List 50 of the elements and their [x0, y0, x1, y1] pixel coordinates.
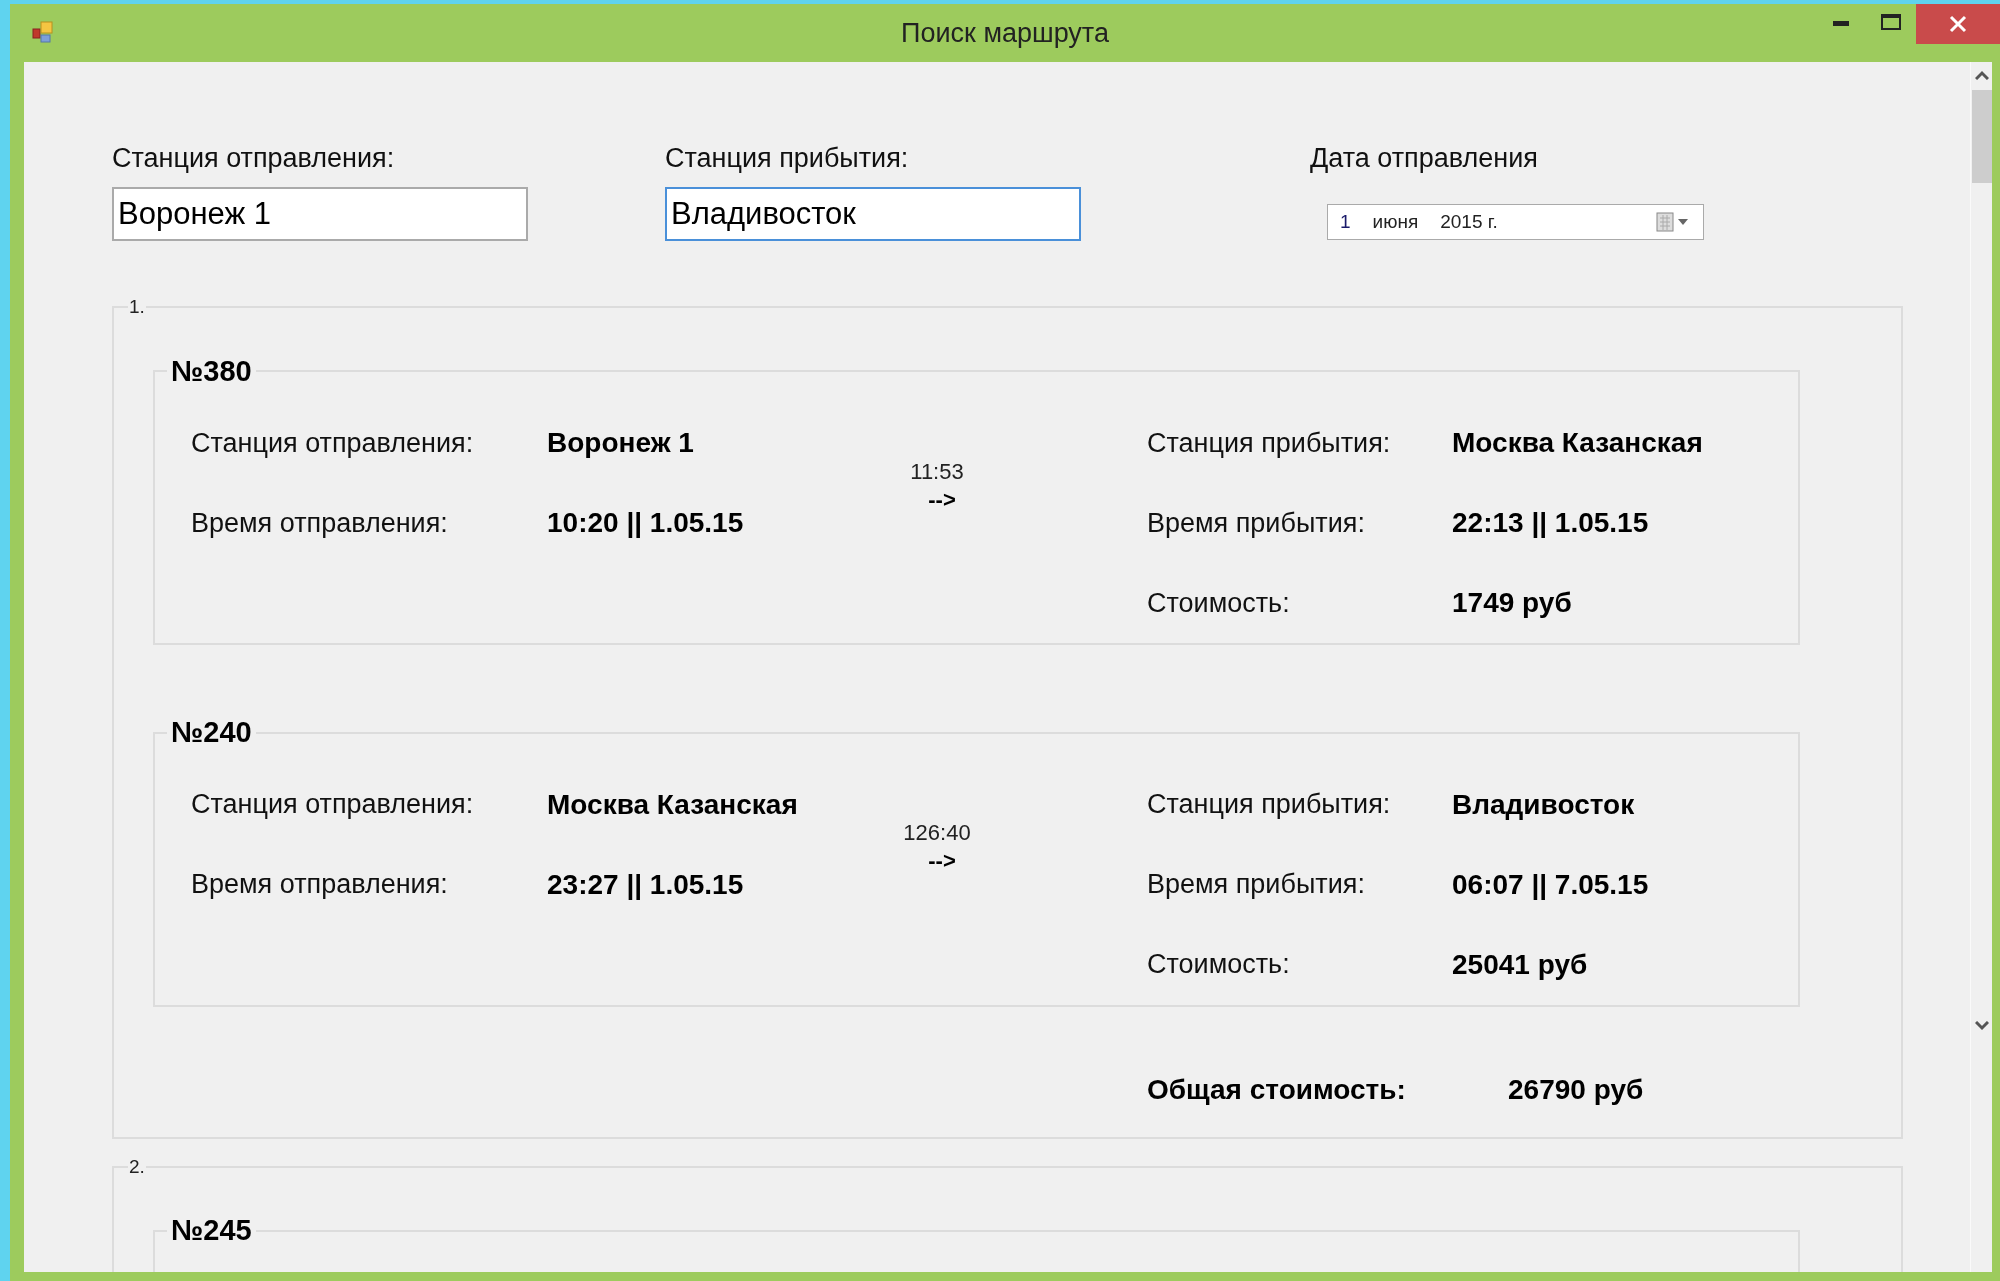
total-price: 26790 руб [1508, 1072, 1644, 1107]
calendar-dropdown-icon [1655, 211, 1691, 233]
price-value: 1749 руб [1452, 586, 1572, 620]
input-field[interactable]: Воронеж 1 [112, 187, 528, 241]
time-value: 22:13 || 1.05.15 [1452, 506, 1649, 540]
app-icon [32, 21, 56, 45]
field-label: Станция отправления: [191, 788, 474, 822]
date-picker[interactable]: 1 июня 2015 г. [1327, 204, 1704, 240]
station-name: Воронеж 1 [547, 426, 694, 460]
field-label: Время прибытия: [1147, 868, 1365, 902]
arrow-text: --> [928, 487, 956, 512]
scroll-up-icon[interactable] [1974, 70, 1989, 80]
close-icon [1949, 15, 1967, 33]
field-label: Время отправления: [191, 868, 448, 902]
close-button[interactable] [1916, 4, 2000, 44]
field-label: Станция прибытия: [1147, 426, 1391, 460]
year-text: 2015 г. [1440, 209, 1498, 234]
duration-text: 126:40 [903, 819, 971, 847]
field-label: Станция отправления: [191, 426, 474, 460]
duration-text: 11:53 [910, 457, 964, 486]
total-label: Общая стоимость: [1147, 1072, 1407, 1107]
station-name: Владивосток [1452, 787, 1635, 822]
time-value: 06:07 || 7.05.15 [1452, 867, 1649, 902]
scroll-down-icon[interactable] [1974, 1021, 1989, 1031]
station-name: Москва Казанская [1452, 426, 1703, 460]
month-text: июня [1372, 209, 1419, 234]
time-value: 23:27 || 1.05.15 [547, 867, 744, 902]
train-number: №245 [170, 1213, 253, 1248]
day-text: 1 [1340, 209, 1351, 234]
price-value: 25041 руб [1452, 947, 1588, 982]
minimize-icon [1833, 21, 1849, 27]
group-number: 1. [128, 295, 146, 319]
field-label: Стоимость: [1147, 586, 1290, 620]
arrow-text: --> [928, 849, 956, 873]
scroll-thumb[interactable] [1971, 90, 1992, 183]
maximize-icon [1881, 14, 1901, 30]
station-name: Москва Казанская [547, 787, 798, 822]
train-number: №240 [170, 715, 253, 750]
field-label: Станция прибытия: [665, 142, 910, 174]
field-label: Дата отправления [1310, 142, 1539, 174]
field-label: Время прибытия: [1147, 506, 1365, 540]
train-number: №380 [170, 353, 253, 389]
input-field[interactable]: Владивосток [665, 187, 1081, 241]
time-value: 10:20 || 1.05.15 [547, 506, 744, 540]
window-title: Поиск маршрута [901, 16, 1109, 50]
field-label: Время отправления: [191, 506, 448, 540]
field-label: Стоимость: [1147, 948, 1290, 982]
field-label: Станция прибытия: [1147, 788, 1391, 822]
field-label: Станция отправления: [112, 142, 396, 174]
group-number: 2. [128, 1154, 146, 1179]
